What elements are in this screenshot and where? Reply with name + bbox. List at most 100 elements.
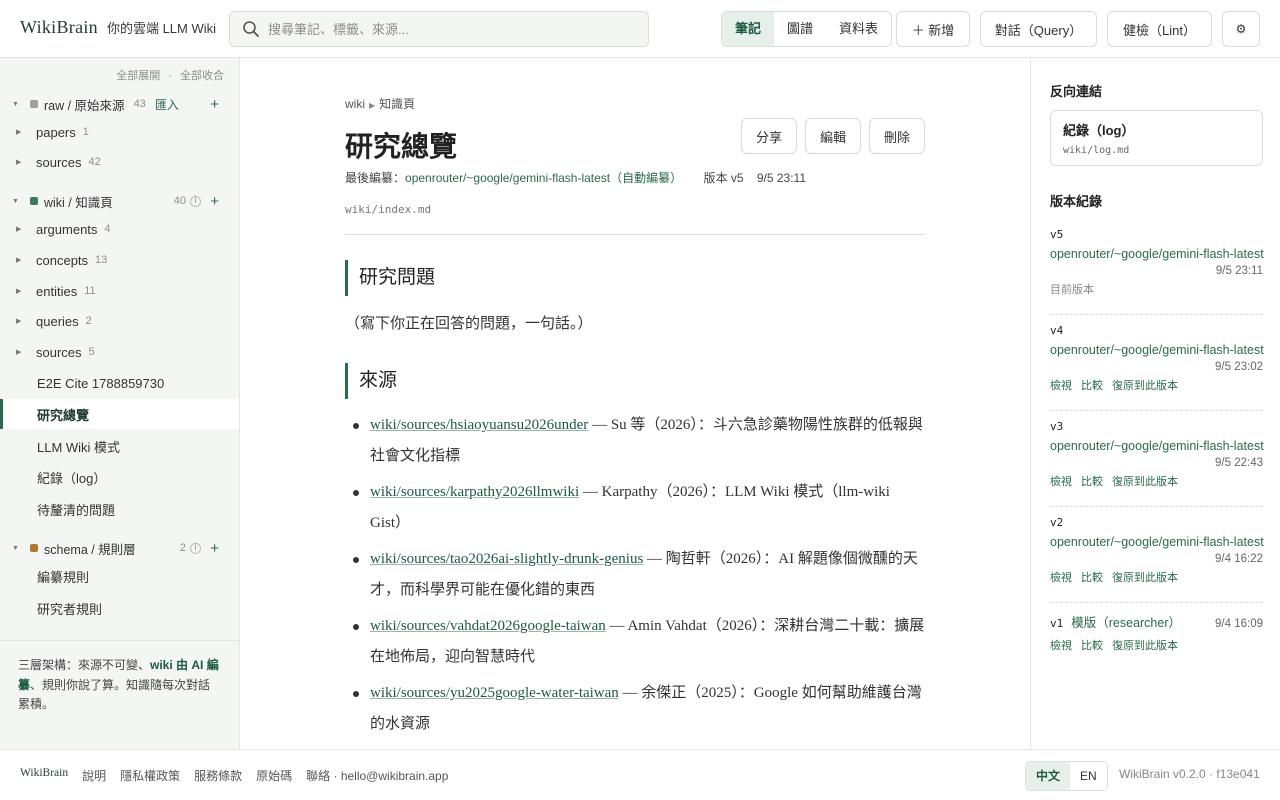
note-text: 三層架構：來源不可變、 — [18, 658, 151, 672]
source-link[interactable]: wiki/sources/vahdat2026google-taiwan — [370, 618, 606, 634]
backlink-card[interactable]: 紀錄（log） wiki/log.md — [1050, 110, 1263, 166]
version-entry-v3: v3 openrouter/~google/gemini-flash-lates… — [1050, 420, 1264, 489]
sidebar-folder-wiki-sources[interactable]: ▶ sources 5 — [0, 338, 239, 366]
current-version-label: 目前版本 — [1050, 284, 1094, 296]
source-list: wiki/sources/hsiaoyuansu2026under — Su 等… — [345, 410, 925, 745]
compare-version-link[interactable]: 比較 — [1081, 572, 1103, 584]
footer-link-contact[interactable]: 聯絡 · hello@wikibrain.app — [306, 767, 448, 784]
add-schema-icon[interactable]: + — [210, 540, 219, 557]
version-model: openrouter/~google/gemini-flash-latest — [1050, 247, 1264, 261]
sidebar-page-researcher-rules[interactable]: 研究者規則 — [0, 593, 239, 623]
sidebar-page-log[interactable]: 紀錄（log） — [0, 462, 239, 492]
view-version-link[interactable]: 檢視 — [1050, 572, 1072, 584]
list-item: wiki/sources/vahdat2026google-taiwan — A… — [345, 611, 925, 673]
footer-link-privacy[interactable]: 隱私權政策 — [120, 767, 180, 784]
info-icon[interactable]: i — [190, 195, 201, 207]
info-icon[interactable]: i — [190, 542, 201, 554]
source-link[interactable]: wiki/sources/yu2025google-water-taiwan — [370, 685, 619, 701]
expand-all-link[interactable]: 全部展開 — [116, 70, 160, 82]
divider — [1050, 314, 1263, 315]
new-button[interactable]: ＋ 新增 — [896, 11, 970, 47]
search-input[interactable] — [268, 21, 628, 37]
version-number: v1 — [1050, 617, 1064, 630]
version-entry-v5: v5 openrouter/~google/gemini-flash-lates… — [1050, 228, 1264, 297]
group-count: 2 — [179, 542, 186, 554]
version-actions: 檢視 比較 復原到此版本 — [1050, 569, 1263, 585]
backlink-title: 紀錄（log） — [1063, 123, 1135, 138]
share-button[interactable]: 分享 — [741, 118, 797, 154]
view-version-link[interactable]: 檢視 — [1050, 476, 1072, 488]
group-color-dot — [30, 544, 38, 552]
lang-en-button[interactable]: EN — [1070, 762, 1107, 790]
version-number: v2 — [1050, 516, 1064, 529]
sidebar-page-e2e-cite[interactable]: E2E Cite 1788859730 — [0, 368, 239, 398]
collapse-all-link[interactable]: 全部收合 — [180, 70, 224, 82]
sidebar-folder-arguments[interactable]: ▶ arguments 4 — [0, 215, 239, 243]
source-link[interactable]: wiki/sources/tao2026ai-slightly-drunk-ge… — [370, 551, 643, 567]
divider — [1050, 602, 1263, 603]
source-link[interactable]: wiki/sources/karpathy2026llmwiki — [370, 484, 579, 500]
settings-button[interactable]: ⚙ — [1222, 11, 1260, 47]
gear-icon: ⚙ — [1235, 22, 1247, 36]
view-graph-tab[interactable]: 圖譜 — [774, 12, 826, 46]
file-path: wiki/index.md — [345, 203, 432, 216]
source-link[interactable]: wiki/sources/hsiaoyuansu2026under — [370, 417, 588, 433]
folder-label: concepts — [36, 252, 89, 268]
breadcrumb-item[interactable]: wiki — [345, 97, 365, 111]
compare-version-link[interactable]: 比較 — [1081, 640, 1103, 652]
group-count: 43 — [133, 98, 146, 110]
footer-link-help[interactable]: 說明 — [82, 767, 106, 784]
view-version-link[interactable]: 檢視 — [1050, 640, 1072, 652]
sidebar-folder-concepts[interactable]: ▶ concepts 13 — [0, 246, 239, 274]
caret-right-icon: ▶ — [16, 288, 22, 295]
sidebar-folder-entities[interactable]: ▶ entities 11 — [0, 277, 239, 305]
sidebar-group-schema[interactable]: ▼ schema / 規則層 2 i + — [0, 535, 239, 561]
add-raw-icon[interactable]: + — [210, 96, 219, 113]
version-entry-v4: v4 openrouter/~google/gemini-flash-lates… — [1050, 324, 1264, 393]
sidebar-folder-papers[interactable]: ▶ papers 1 — [0, 118, 239, 146]
breadcrumb-item[interactable]: 知識頁 — [379, 97, 415, 111]
edit-button[interactable]: 編輯 — [805, 118, 861, 154]
lint-button[interactable]: 健檢（Lint） — [1107, 11, 1212, 47]
sidebar-group-wiki[interactable]: ▼ wiki / 知識頁 40 i + — [0, 188, 239, 214]
version-entry-v2: v2 openrouter/~google/gemini-flash-lates… — [1050, 516, 1264, 585]
restore-version-link[interactable]: 復原到此版本 — [1112, 380, 1178, 392]
sidebar-group-raw[interactable]: ▼ raw / 原始來源 43 匯入 + — [0, 91, 239, 117]
language-switcher: 中文 EN — [1025, 761, 1108, 791]
sidebar-page-open-questions[interactable]: 待釐清的問題 — [0, 494, 239, 524]
restore-version-link[interactable]: 復原到此版本 — [1112, 572, 1178, 584]
search-box[interactable] — [229, 11, 649, 47]
page-meta: 最後編纂：openrouter/~google/gemini-flash-lat… — [345, 169, 806, 186]
delete-button[interactable]: 刪除 — [869, 118, 925, 154]
lang-zh-button[interactable]: 中文 — [1026, 762, 1071, 790]
page-title: 研究總覽 — [345, 132, 458, 163]
query-button[interactable]: 對話（Query） — [980, 11, 1097, 47]
brand[interactable]: WikiBrain 你的雲端 LLM Wiki — [20, 17, 216, 38]
version-time: 9/5 22:43 — [1215, 457, 1263, 469]
import-link[interactable]: 匯入 — [155, 96, 179, 113]
restore-version-link[interactable]: 復原到此版本 — [1112, 476, 1178, 488]
sidebar-page-research-overview[interactable]: 研究總覽 — [0, 399, 239, 429]
sidebar-folder-queries[interactable]: ▶ queries 2 — [0, 307, 239, 335]
sidebar-folder-raw-sources[interactable]: ▶ sources 42 — [0, 148, 239, 176]
search-icon — [243, 21, 259, 37]
view-notes-tab[interactable]: 筆記 — [722, 12, 775, 46]
top-bar: WikiBrain 你的雲端 LLM Wiki 筆記 圖譜 資料表 ＋ 新增 對… — [0, 0, 1280, 58]
group-count: 40 — [173, 195, 186, 207]
group-color-dot — [30, 197, 38, 205]
sidebar-page-llm-wiki-mode[interactable]: LLM Wiki 模式 — [0, 431, 239, 461]
footer-link-terms[interactable]: 服務條款 — [194, 767, 242, 784]
version-actions: 檢視 比較 復原到此版本 — [1050, 637, 1263, 653]
folder-label: sources — [36, 154, 82, 170]
restore-version-link[interactable]: 復原到此版本 — [1112, 640, 1178, 652]
compare-version-link[interactable]: 比較 — [1081, 380, 1103, 392]
view-table-tab[interactable]: 資料表 — [826, 12, 891, 46]
version-number: v5 — [1050, 228, 1064, 241]
footer-brand[interactable]: WikiBrain — [20, 767, 68, 784]
compare-version-link[interactable]: 比較 — [1081, 476, 1103, 488]
sidebar-page-compile-rules[interactable]: 編纂規則 — [0, 561, 239, 591]
view-version-link[interactable]: 檢視 — [1050, 380, 1072, 392]
separator: · — [168, 70, 172, 82]
add-wiki-icon[interactable]: + — [210, 193, 219, 210]
footer-link-source[interactable]: 原始碼 — [256, 767, 292, 784]
